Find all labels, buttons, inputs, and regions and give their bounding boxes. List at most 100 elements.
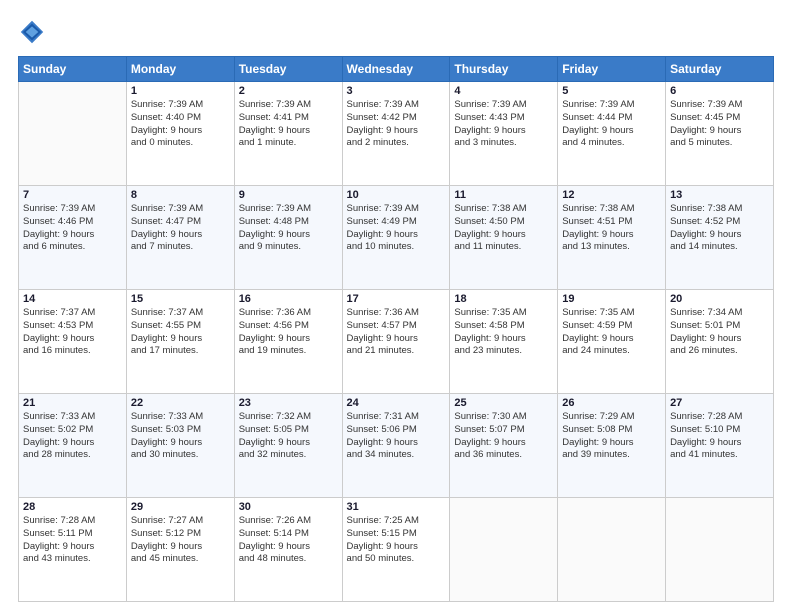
day-cell: 20 Sunrise: 7:34 AMSunset: 5:01 PMDayligh… bbox=[666, 290, 774, 394]
day-info: Sunrise: 7:39 AMSunset: 4:43 PMDaylight:… bbox=[454, 99, 553, 150]
day-cell: 28 Sunrise: 7:28 AMSunset: 5:11 PMDayligh… bbox=[19, 498, 127, 602]
day-cell: 27 Sunrise: 7:28 AMSunset: 5:10 PMDayligh… bbox=[666, 394, 774, 498]
day-info: Sunrise: 7:25 AMSunset: 5:15 PMDaylight:… bbox=[347, 515, 446, 566]
day-cell: 13Sunrise: 7:38 AMSunset: 4:52 PMDayligh… bbox=[666, 186, 774, 290]
day-number: 31 bbox=[347, 501, 446, 513]
day-info: Sunrise: 7:39 AMSunset: 4:48 PMDaylight:… bbox=[239, 203, 338, 254]
day-cell: 15 Sunrise: 7:37 AMSunset: 4:55 PMDayligh… bbox=[126, 290, 234, 394]
day-number: 26 bbox=[562, 397, 661, 409]
day-info: Sunrise: 7:38 AMSunset: 4:52 PMDaylight:… bbox=[670, 203, 769, 254]
week-row-3: 14Sunrise: 7:37 AMSunset: 4:53 PMDayligh… bbox=[19, 290, 774, 394]
day-info: Sunrise: 7:28 AMSunset: 5:11 PMDaylight:… bbox=[23, 515, 122, 566]
day-number: 18 bbox=[454, 293, 553, 305]
day-info: Sunrise: 7:30 AMSunset: 5:07 PMDaylight:… bbox=[454, 411, 553, 462]
day-cell: 29 Sunrise: 7:27 AMSunset: 5:12 PMDayligh… bbox=[126, 498, 234, 602]
day-info: Sunrise: 7:39 AMSunset: 4:42 PMDaylight:… bbox=[347, 99, 446, 150]
day-cell: 12 Sunrise: 7:38 AMSunset: 4:51 PMDayligh… bbox=[558, 186, 666, 290]
day-cell: 6 Sunrise: 7:39 AMSunset: 4:45 PMDaylight… bbox=[666, 82, 774, 186]
day-info: Sunrise: 7:33 AMSunset: 5:03 PMDaylight:… bbox=[131, 411, 230, 462]
day-cell: 31 Sunrise: 7:25 AMSunset: 5:15 PMDayligh… bbox=[342, 498, 450, 602]
day-number: 4 bbox=[454, 85, 553, 97]
header bbox=[18, 18, 774, 46]
calendar-table: SundayMondayTuesdayWednesdayThursdayFrid… bbox=[18, 56, 774, 602]
day-number: 22 bbox=[131, 397, 230, 409]
day-info: Sunrise: 7:39 AMSunset: 4:41 PMDaylight:… bbox=[239, 99, 338, 150]
day-info: Sunrise: 7:35 AMSunset: 4:58 PMDaylight:… bbox=[454, 307, 553, 358]
day-cell: 19 Sunrise: 7:35 AMSunset: 4:59 PMDayligh… bbox=[558, 290, 666, 394]
day-number: 1 bbox=[131, 85, 230, 97]
logo-icon bbox=[18, 18, 46, 46]
day-cell: 21 Sunrise: 7:33 AMSunset: 5:02 PMDayligh… bbox=[19, 394, 127, 498]
day-info: Sunrise: 7:39 AMSunset: 4:40 PMDaylight:… bbox=[131, 99, 230, 150]
day-number: 27 bbox=[670, 397, 769, 409]
day-number: 15 bbox=[131, 293, 230, 305]
day-cell: 16 Sunrise: 7:36 AMSunset: 4:56 PMDayligh… bbox=[234, 290, 342, 394]
day-number: 3 bbox=[347, 85, 446, 97]
weekday-friday: Friday bbox=[558, 57, 666, 82]
day-cell bbox=[19, 82, 127, 186]
day-cell: 1 Sunrise: 7:39 AMSunset: 4:40 PMDaylight… bbox=[126, 82, 234, 186]
day-number: 11 bbox=[454, 189, 553, 201]
day-info: Sunrise: 7:31 AMSunset: 5:06 PMDaylight:… bbox=[347, 411, 446, 462]
day-cell: 22 Sunrise: 7:33 AMSunset: 5:03 PMDayligh… bbox=[126, 394, 234, 498]
day-info: Sunrise: 7:34 AMSunset: 5:01 PMDaylight:… bbox=[670, 307, 769, 358]
week-row-5: 28 Sunrise: 7:28 AMSunset: 5:11 PMDayligh… bbox=[19, 498, 774, 602]
day-cell: 25 Sunrise: 7:30 AMSunset: 5:07 PMDayligh… bbox=[450, 394, 558, 498]
weekday-header-row: SundayMondayTuesdayWednesdayThursdayFrid… bbox=[19, 57, 774, 82]
day-info: Sunrise: 7:33 AMSunset: 5:02 PMDaylight:… bbox=[23, 411, 122, 462]
day-number: 19 bbox=[562, 293, 661, 305]
day-info: Sunrise: 7:37 AMSunset: 4:55 PMDaylight:… bbox=[131, 307, 230, 358]
day-info: Sunrise: 7:39 AMSunset: 4:45 PMDaylight:… bbox=[670, 99, 769, 150]
day-info: Sunrise: 7:35 AMSunset: 4:59 PMDaylight:… bbox=[562, 307, 661, 358]
weekday-wednesday: Wednesday bbox=[342, 57, 450, 82]
day-cell: 11 Sunrise: 7:38 AMSunset: 4:50 PMDayligh… bbox=[450, 186, 558, 290]
day-info: Sunrise: 7:27 AMSunset: 5:12 PMDaylight:… bbox=[131, 515, 230, 566]
day-number: 20 bbox=[670, 293, 769, 305]
day-info: Sunrise: 7:29 AMSunset: 5:08 PMDaylight:… bbox=[562, 411, 661, 462]
day-cell: 3 Sunrise: 7:39 AMSunset: 4:42 PMDaylight… bbox=[342, 82, 450, 186]
day-info: Sunrise: 7:37 AMSunset: 4:53 PMDaylight:… bbox=[23, 307, 122, 358]
day-info: Sunrise: 7:39 AMSunset: 4:47 PMDaylight:… bbox=[131, 203, 230, 254]
weekday-tuesday: Tuesday bbox=[234, 57, 342, 82]
day-cell: 30Sunrise: 7:26 AMSunset: 5:14 PMDayligh… bbox=[234, 498, 342, 602]
page: SundayMondayTuesdayWednesdayThursdayFrid… bbox=[0, 0, 792, 612]
day-cell: 18 Sunrise: 7:35 AMSunset: 4:58 PMDayligh… bbox=[450, 290, 558, 394]
day-number: 25 bbox=[454, 397, 553, 409]
week-row-1: 1 Sunrise: 7:39 AMSunset: 4:40 PMDaylight… bbox=[19, 82, 774, 186]
day-cell: 23Sunrise: 7:32 AMSunset: 5:05 PMDayligh… bbox=[234, 394, 342, 498]
day-cell: 7Sunrise: 7:39 AMSunset: 4:46 PMDaylight… bbox=[19, 186, 127, 290]
day-cell: 24 Sunrise: 7:31 AMSunset: 5:06 PMDayligh… bbox=[342, 394, 450, 498]
day-cell bbox=[666, 498, 774, 602]
day-cell: 4 Sunrise: 7:39 AMSunset: 4:43 PMDaylight… bbox=[450, 82, 558, 186]
day-number: 29 bbox=[131, 501, 230, 513]
day-number: 30 bbox=[239, 501, 338, 513]
day-number: 16 bbox=[239, 293, 338, 305]
logo bbox=[18, 18, 48, 46]
day-info: Sunrise: 7:36 AMSunset: 4:57 PMDaylight:… bbox=[347, 307, 446, 358]
day-info: Sunrise: 7:38 AMSunset: 4:50 PMDaylight:… bbox=[454, 203, 553, 254]
day-cell: 8 Sunrise: 7:39 AMSunset: 4:47 PMDaylight… bbox=[126, 186, 234, 290]
day-number: 21 bbox=[23, 397, 122, 409]
day-info: Sunrise: 7:28 AMSunset: 5:10 PMDaylight:… bbox=[670, 411, 769, 462]
day-info: Sunrise: 7:32 AMSunset: 5:05 PMDaylight:… bbox=[239, 411, 338, 462]
day-number: 5 bbox=[562, 85, 661, 97]
day-info: Sunrise: 7:38 AMSunset: 4:51 PMDaylight:… bbox=[562, 203, 661, 254]
day-number: 17 bbox=[347, 293, 446, 305]
day-cell: 17 Sunrise: 7:36 AMSunset: 4:57 PMDayligh… bbox=[342, 290, 450, 394]
weekday-thursday: Thursday bbox=[450, 57, 558, 82]
day-cell bbox=[450, 498, 558, 602]
day-number: 6 bbox=[670, 85, 769, 97]
day-number: 28 bbox=[23, 501, 122, 513]
weekday-monday: Monday bbox=[126, 57, 234, 82]
day-info: Sunrise: 7:39 AMSunset: 4:44 PMDaylight:… bbox=[562, 99, 661, 150]
day-number: 8 bbox=[131, 189, 230, 201]
day-number: 12 bbox=[562, 189, 661, 201]
day-cell: 26 Sunrise: 7:29 AMSunset: 5:08 PMDayligh… bbox=[558, 394, 666, 498]
day-cell: 2Sunrise: 7:39 AMSunset: 4:41 PMDaylight… bbox=[234, 82, 342, 186]
day-number: 7 bbox=[23, 189, 122, 201]
day-info: Sunrise: 7:36 AMSunset: 4:56 PMDaylight:… bbox=[239, 307, 338, 358]
day-number: 10 bbox=[347, 189, 446, 201]
day-number: 9 bbox=[239, 189, 338, 201]
day-number: 24 bbox=[347, 397, 446, 409]
day-cell bbox=[558, 498, 666, 602]
